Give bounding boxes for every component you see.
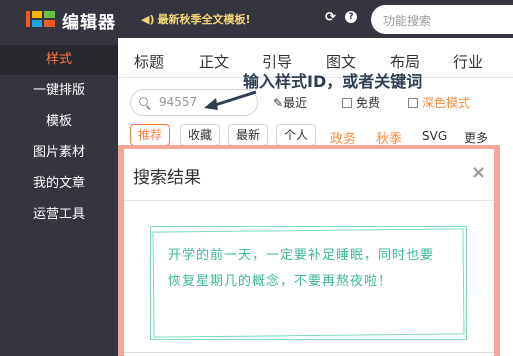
sidebar-item-styles[interactable]: 样式 — [0, 45, 118, 75]
results-panel: 搜索结果 × 开学的前一天，一定要补足睡眠，同时也要 恢复星期几的概念，不要再熬… — [124, 149, 494, 356]
sidebar-item-image-assets[interactable]: 图片素材 — [0, 138, 118, 168]
brush-icon: ✎ — [273, 96, 284, 110]
sidebar-item-one-click-layout[interactable]: 一键排版 — [0, 76, 118, 106]
card-text: 开学的前一天，一定要补足睡眠，同时也要 恢复星期几的概念，不要再熬夜啦！ — [168, 248, 435, 289]
subtab-latest[interactable]: 最新 — [228, 124, 269, 146]
results-title: 搜索结果 — [133, 168, 201, 188]
annotation-text: 输入样式ID，或者关键词 — [243, 72, 423, 91]
style-result-card[interactable]: 开学的前一天，一定要补足睡眠，同时也要 恢复星期几的概念，不要再熬夜啦！ — [150, 226, 467, 340]
tab-industry[interactable]: 行业 — [453, 51, 483, 72]
recent-label: 最近 — [283, 96, 308, 110]
speaker-icon: ◀) — [141, 13, 155, 26]
free-checkbox-box[interactable] — [342, 98, 352, 108]
tab-body[interactable]: 正文 — [199, 51, 229, 72]
promo-link[interactable]: ◀) 最新秋季全文模板! — [141, 11, 251, 27]
free-checkbox[interactable]: 免费 — [342, 94, 380, 111]
logo-icon — [26, 11, 55, 27]
promo-label: 最新秋季全文模板! — [157, 13, 251, 26]
dark-mode-label: 深色模式 — [422, 96, 471, 110]
free-label: 免费 — [356, 96, 381, 110]
top-bar: 编辑器 ◀) 最新秋季全文模板! ⟳ ? 功能搜索 — [0, 0, 513, 38]
subtab-personal[interactable]: 个人 — [276, 124, 317, 146]
recent-button[interactable]: ✎最近 — [273, 94, 307, 111]
refresh-icon[interactable]: ⟳ — [325, 10, 336, 25]
divider — [124, 352, 494, 353]
sidebar: 样式 一键排版 模板 图片素材 我的文章 运营工具 — [0, 38, 118, 356]
results-panel-header: 搜索结果 × — [124, 149, 494, 201]
sidebar-item-my-articles[interactable]: 我的文章 — [0, 169, 118, 199]
dark-mode-checkbox[interactable]: 深色模式 — [408, 94, 470, 111]
tab-title[interactable]: 标题 — [134, 51, 164, 72]
sidebar-item-ops-tools[interactable]: 运营工具 — [0, 200, 118, 230]
close-icon[interactable]: × — [471, 162, 486, 183]
logo-text[interactable]: 编辑器 — [62, 8, 116, 33]
category-more[interactable]: 更多 — [464, 129, 488, 146]
function-search-placeholder: 功能搜索 — [383, 14, 432, 28]
sidebar-item-templates[interactable]: 模板 — [0, 107, 118, 137]
help-icon[interactable]: ? — [345, 11, 357, 23]
category-svg[interactable]: SVG — [422, 129, 447, 143]
function-search-input[interactable]: 功能搜索 — [371, 5, 513, 34]
subtab-recommended[interactable]: 推荐 — [130, 124, 171, 146]
subtab-favorites[interactable]: 收藏 — [180, 124, 221, 146]
dark-mode-checkbox-box[interactable] — [408, 98, 418, 108]
search-icon — [139, 97, 148, 106]
annotation-arrow-icon — [204, 90, 257, 110]
